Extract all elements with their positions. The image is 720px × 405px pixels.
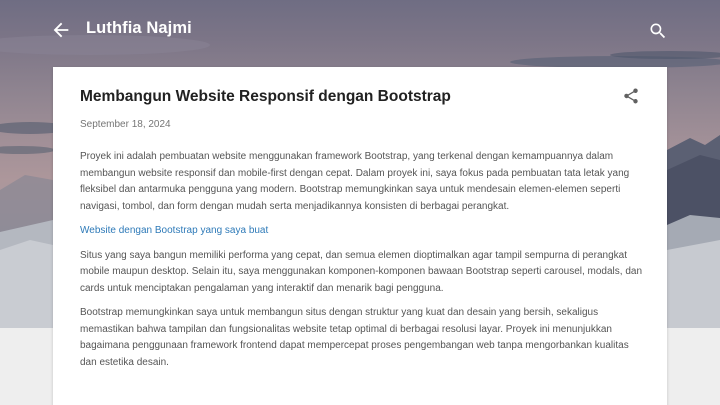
top-app-bar: Luthfia Najmi — [0, 0, 720, 62]
search-icon — [650, 23, 666, 39]
post-card: Membangun Website Responsif dengan Boots… — [53, 67, 667, 405]
post-paragraph: Bootstrap memungkinkan saya untuk memban… — [80, 307, 629, 368]
share-icon — [624, 88, 638, 104]
project-link[interactable]: Website dengan Bootstrap yang saya buat — [80, 223, 642, 240]
post-paragraph: Situs yang saya bangun memiliki performa… — [80, 249, 643, 294]
blog-title[interactable]: Luthfia Najmi — [86, 19, 192, 38]
post-title: Membangun Website Responsif dengan Boots… — [80, 88, 451, 105]
post-date: September 18, 2024 — [80, 119, 171, 130]
back-button[interactable] — [50, 19, 72, 41]
share-button[interactable] — [622, 87, 640, 105]
search-button[interactable] — [648, 21, 668, 41]
post-paragraph: Proyek ini adalah pembuatan website meng… — [80, 151, 630, 212]
arrow-back-icon — [53, 22, 69, 38]
post-body: Proyek ini adalah pembuatan website meng… — [80, 149, 642, 379]
